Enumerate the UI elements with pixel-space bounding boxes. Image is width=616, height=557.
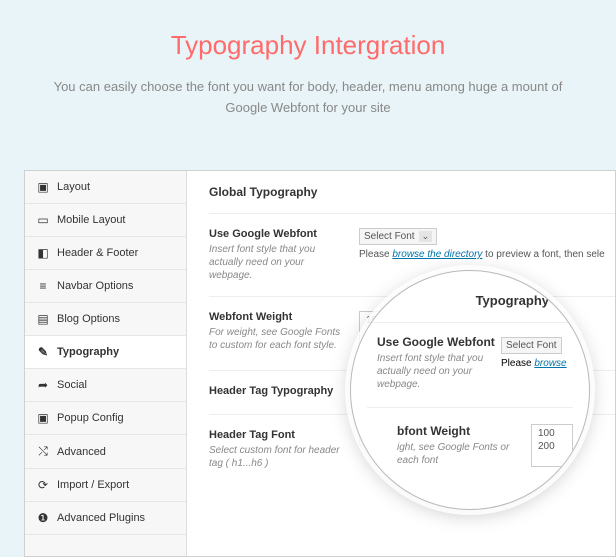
browse-directory-link[interactable]: browse the directory [392, 249, 482, 260]
weight-option[interactable]: 100 [538, 427, 566, 440]
social-icon: ➦ [35, 378, 51, 392]
field-desc: For weight, see Google Fonts to custom f… [209, 326, 347, 352]
select-value: Select Font [506, 340, 557, 351]
mag-field-title: bfont Weight [397, 424, 531, 438]
mag-heading: ..Typography [367, 291, 573, 318]
sidebar-item-layout[interactable]: ▣ Layout [25, 171, 186, 204]
mag-select-font[interactable]: Select Font [501, 337, 562, 354]
header-footer-icon: ◧ [35, 246, 51, 260]
section-heading: Global Typography [209, 185, 615, 214]
sidebar-item-label: Navbar Options [57, 280, 133, 292]
layout-icon: ▣ [35, 180, 51, 194]
typography-icon: ✎ [35, 345, 51, 359]
sidebar-item-label: Popup Config [57, 412, 124, 424]
select-value: Select Font [364, 231, 415, 242]
hero-section: Typography Intergration You can easily c… [0, 0, 616, 139]
sidebar-item-label: Layout [57, 181, 90, 193]
popup-icon: ▣ [35, 411, 51, 425]
sidebar-item-typography[interactable]: ✎ Typography [25, 336, 186, 369]
navbar-icon: ≡ [35, 279, 51, 293]
sidebar-item-blog[interactable]: ▤ Blog Options [25, 303, 186, 336]
mag-weight-list[interactable]: 100 200 [531, 424, 573, 467]
magnifier-lens: ..Typography Use Google Webfont Insert f… [350, 270, 590, 510]
weight-option[interactable]: 200 [538, 440, 566, 453]
mag-field-desc: ight, see Google Fonts or each font [397, 441, 531, 467]
hero-title: Typography Intergration [40, 30, 576, 61]
field-title: Header Tag Typography [209, 385, 347, 397]
blog-icon: ▤ [35, 312, 51, 326]
field-title: Webfont Weight [209, 311, 347, 323]
sidebar-item-label: Advanced Plugins [57, 512, 145, 524]
sidebar: ▣ Layout ▭ Mobile Layout ◧ Header & Foot… [25, 171, 187, 556]
field-hint: Please browse the directory to preview a… [359, 249, 615, 260]
mag-field-title: Use Google Webfont [377, 335, 501, 349]
field-title: Header Tag Font [209, 429, 347, 441]
sidebar-item-label: Import / Export [57, 479, 129, 491]
import-export-icon: ⟳ [35, 478, 51, 492]
field-title: Use Google Webfont [209, 228, 347, 240]
sidebar-item-advanced[interactable]: ⤭ Advanced [25, 435, 186, 469]
sidebar-item-label: Social [57, 379, 87, 391]
sidebar-item-label: Typography [57, 346, 119, 358]
chevron-down-icon: ⌄ [419, 231, 433, 242]
mobile-icon: ▭ [35, 213, 51, 227]
sidebar-item-popup[interactable]: ▣ Popup Config [25, 402, 186, 435]
sidebar-item-label: Blog Options [57, 313, 120, 325]
hero-subtitle: You can easily choose the font you want … [40, 77, 576, 119]
sidebar-item-label: Mobile Layout [57, 214, 126, 226]
sidebar-item-navbar[interactable]: ≡ Navbar Options [25, 270, 186, 303]
mag-browse-link[interactable]: browse [534, 358, 566, 369]
sidebar-item-mobile-layout[interactable]: ▭ Mobile Layout [25, 204, 186, 237]
sidebar-item-label: Advanced [57, 446, 106, 458]
plugins-icon: ❶ [35, 511, 51, 525]
sidebar-item-advanced-plugins[interactable]: ❶ Advanced Plugins [25, 502, 186, 535]
sidebar-item-import-export[interactable]: ⟳ Import / Export [25, 469, 186, 502]
sidebar-item-header-footer[interactable]: ◧ Header & Footer [25, 237, 186, 270]
advanced-icon: ⤭ [35, 444, 51, 459]
mag-field-desc: Insert font style that you actually need… [377, 352, 501, 391]
field-desc: Select custom font for header tag ( h1..… [209, 444, 347, 470]
mag-hint: Please browse [501, 358, 573, 369]
select-font-dropdown[interactable]: Select Font ⌄ [359, 228, 437, 245]
field-desc: Insert font style that you actually need… [209, 243, 347, 282]
sidebar-item-label: Header & Footer [57, 247, 138, 259]
sidebar-item-social[interactable]: ➦ Social [25, 369, 186, 402]
